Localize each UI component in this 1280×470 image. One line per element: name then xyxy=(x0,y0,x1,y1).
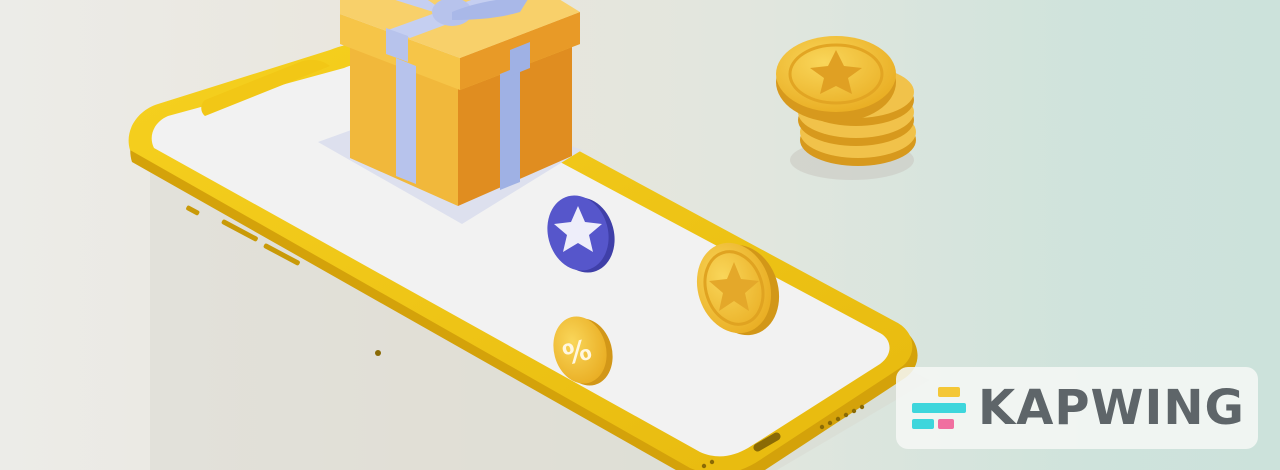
kapwing-logo-text: KAPWING xyxy=(978,380,1245,436)
kapwing-logo: KAPWING xyxy=(896,367,1258,449)
coin-stack-icon xyxy=(776,36,916,180)
kapwing-logo-mark-icon xyxy=(912,387,966,429)
promo-banner: % KAPWING xyxy=(0,0,1280,470)
